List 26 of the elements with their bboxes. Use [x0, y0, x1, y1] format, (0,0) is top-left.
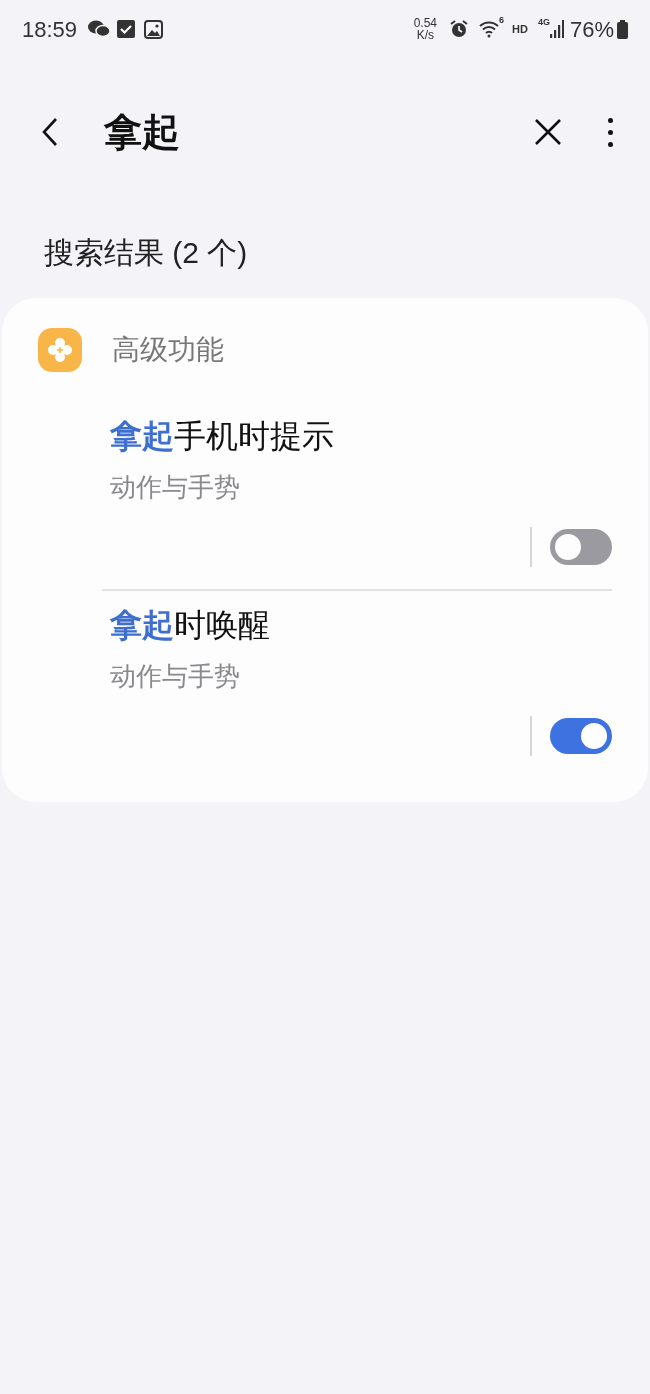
setting-subtitle: 动作与手势: [110, 471, 241, 504]
setting-subtitle: 动作与手势: [110, 660, 241, 693]
image-icon: [144, 19, 164, 39]
wifi-label: 6: [499, 14, 505, 27]
group-title: 高级功能: [112, 333, 224, 367]
network-label: 4G: [537, 16, 550, 29]
battery-percent: 76%: [569, 15, 614, 44]
hd-label: HD: [512, 21, 528, 37]
battery-icon: [617, 19, 628, 39]
status-time: 18:59: [22, 15, 78, 44]
page-title: 拿起: [104, 109, 180, 155]
toggle-switch[interactable]: [550, 718, 612, 754]
speed-value: 0.54: [413, 17, 438, 29]
setting-title[interactable]: 拿起时唤醒: [110, 603, 612, 647]
setting-title[interactable]: 拿起手机时提示: [110, 414, 612, 458]
speed-unit: K/s: [416, 29, 434, 41]
wifi-icon: [479, 20, 500, 38]
signal-icon: [549, 20, 564, 38]
gear-plus-icon: [38, 328, 82, 372]
chat-icon: [87, 19, 112, 39]
alarm-icon: [449, 19, 470, 39]
checkbox-icon: [117, 20, 136, 38]
results-heading: 搜索结果 (2 个): [44, 235, 248, 271]
back-icon: [42, 117, 58, 147]
close-icon: [534, 118, 562, 146]
toggle-switch[interactable]: [550, 529, 612, 565]
